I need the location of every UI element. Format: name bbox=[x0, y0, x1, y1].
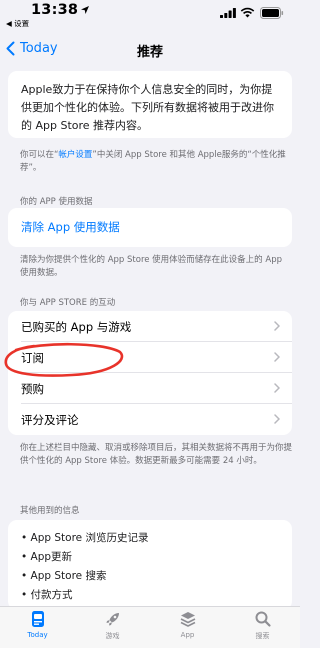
tab-label: 游戏 bbox=[105, 632, 120, 640]
row-ratings-reviews[interactable]: 评分及评论 bbox=[8, 404, 292, 435]
info-item-app-updates: • App更新 bbox=[21, 551, 73, 563]
other-info-card: • App Store 浏览历史记录 • App更新 • App Store 搜… bbox=[8, 520, 292, 610]
account-settings-note: 你可以在“帐户设置”中关闭 App Store 和其他 Apple服务的“个性化… bbox=[20, 149, 292, 175]
clear-usage-card: 清除 App 使用数据 bbox=[8, 208, 292, 247]
tab-games[interactable]: 游戏 bbox=[75, 610, 150, 646]
wifi-icon bbox=[240, 7, 255, 18]
tab-label: Today bbox=[27, 631, 48, 639]
back-to-app-link[interactable]: ◀ 设置 bbox=[6, 18, 29, 29]
tab-today[interactable]: Today bbox=[0, 610, 75, 646]
interaction-section-header: 你与 APP STORE 的互动 bbox=[20, 298, 116, 308]
info-item-browsing-history: • App Store 浏览历史记录 bbox=[21, 532, 149, 544]
chevron-right-icon bbox=[274, 383, 280, 393]
tab-label: 搜索 bbox=[255, 632, 270, 640]
info-item-app-store-search: • App Store 搜索 bbox=[21, 570, 107, 582]
interaction-note: 你在上述栏目中隐藏、取消或移除项目后，其相关数据将不再用于为你提供个性化的 Ap… bbox=[20, 443, 293, 466]
cellular-signal-icon bbox=[220, 8, 236, 18]
usage-section-header: 你的 APP 使用数据 bbox=[20, 197, 93, 207]
row-label: 预购 bbox=[21, 382, 44, 396]
status-bar: 13:38 ◀ 设置 bbox=[0, 0, 300, 32]
layers-icon bbox=[180, 612, 195, 627]
account-note-prefix: 你可以在“ bbox=[20, 150, 59, 160]
info-item-payment-method: • 付款方式 bbox=[21, 589, 73, 601]
row-label: 已购买的 App 与游戏 bbox=[21, 320, 132, 334]
interaction-card: 已购买的 App 与游戏 订阅 预购 评分及评论 bbox=[8, 311, 292, 435]
tab-bar: Today 游戏 App 搜索 bbox=[0, 606, 300, 648]
page-title: 推荐 bbox=[136, 45, 163, 60]
today-icon bbox=[31, 611, 44, 627]
tab-label: App bbox=[180, 631, 195, 639]
location-arrow-icon bbox=[81, 6, 89, 14]
tab-search[interactable]: 搜索 bbox=[225, 610, 300, 646]
other-info-header: 其他用到的信息 bbox=[20, 506, 80, 516]
intro-card: Apple致力于在保持你个人信息安全的同时，为你提供更加个性化的体验。下列所有数… bbox=[8, 71, 292, 138]
chevron-right-icon bbox=[274, 352, 280, 362]
row-label: 评分及评论 bbox=[21, 413, 79, 427]
row-label: 订阅 bbox=[21, 351, 44, 365]
usage-note: 清除为你提供个性化的 App Store 使用体验而储存在此设备上的 App 使… bbox=[20, 255, 282, 278]
intro-text: Apple致力于在保持你个人信息安全的同时，为你提供更加个性化的体验。下列所有数… bbox=[21, 83, 274, 132]
row-subscriptions[interactable]: 订阅 bbox=[8, 342, 292, 373]
chevron-right-icon bbox=[274, 321, 280, 331]
battery-icon bbox=[260, 7, 284, 19]
chevron-right-icon bbox=[274, 414, 280, 424]
clear-usage-data-button[interactable]: 清除 App 使用数据 bbox=[21, 219, 120, 235]
search-icon bbox=[255, 611, 271, 627]
rocket-icon bbox=[106, 613, 119, 626]
row-preorders[interactable]: 预购 bbox=[8, 373, 292, 404]
navigation-bar: Today 推荐 bbox=[0, 38, 300, 64]
status-time: 13:38 bbox=[31, 2, 79, 18]
tab-apps[interactable]: App bbox=[150, 610, 225, 646]
row-purchased-apps[interactable]: 已购买的 App 与游戏 bbox=[8, 311, 292, 342]
account-settings-link[interactable]: 帐户设置 bbox=[58, 150, 92, 160]
